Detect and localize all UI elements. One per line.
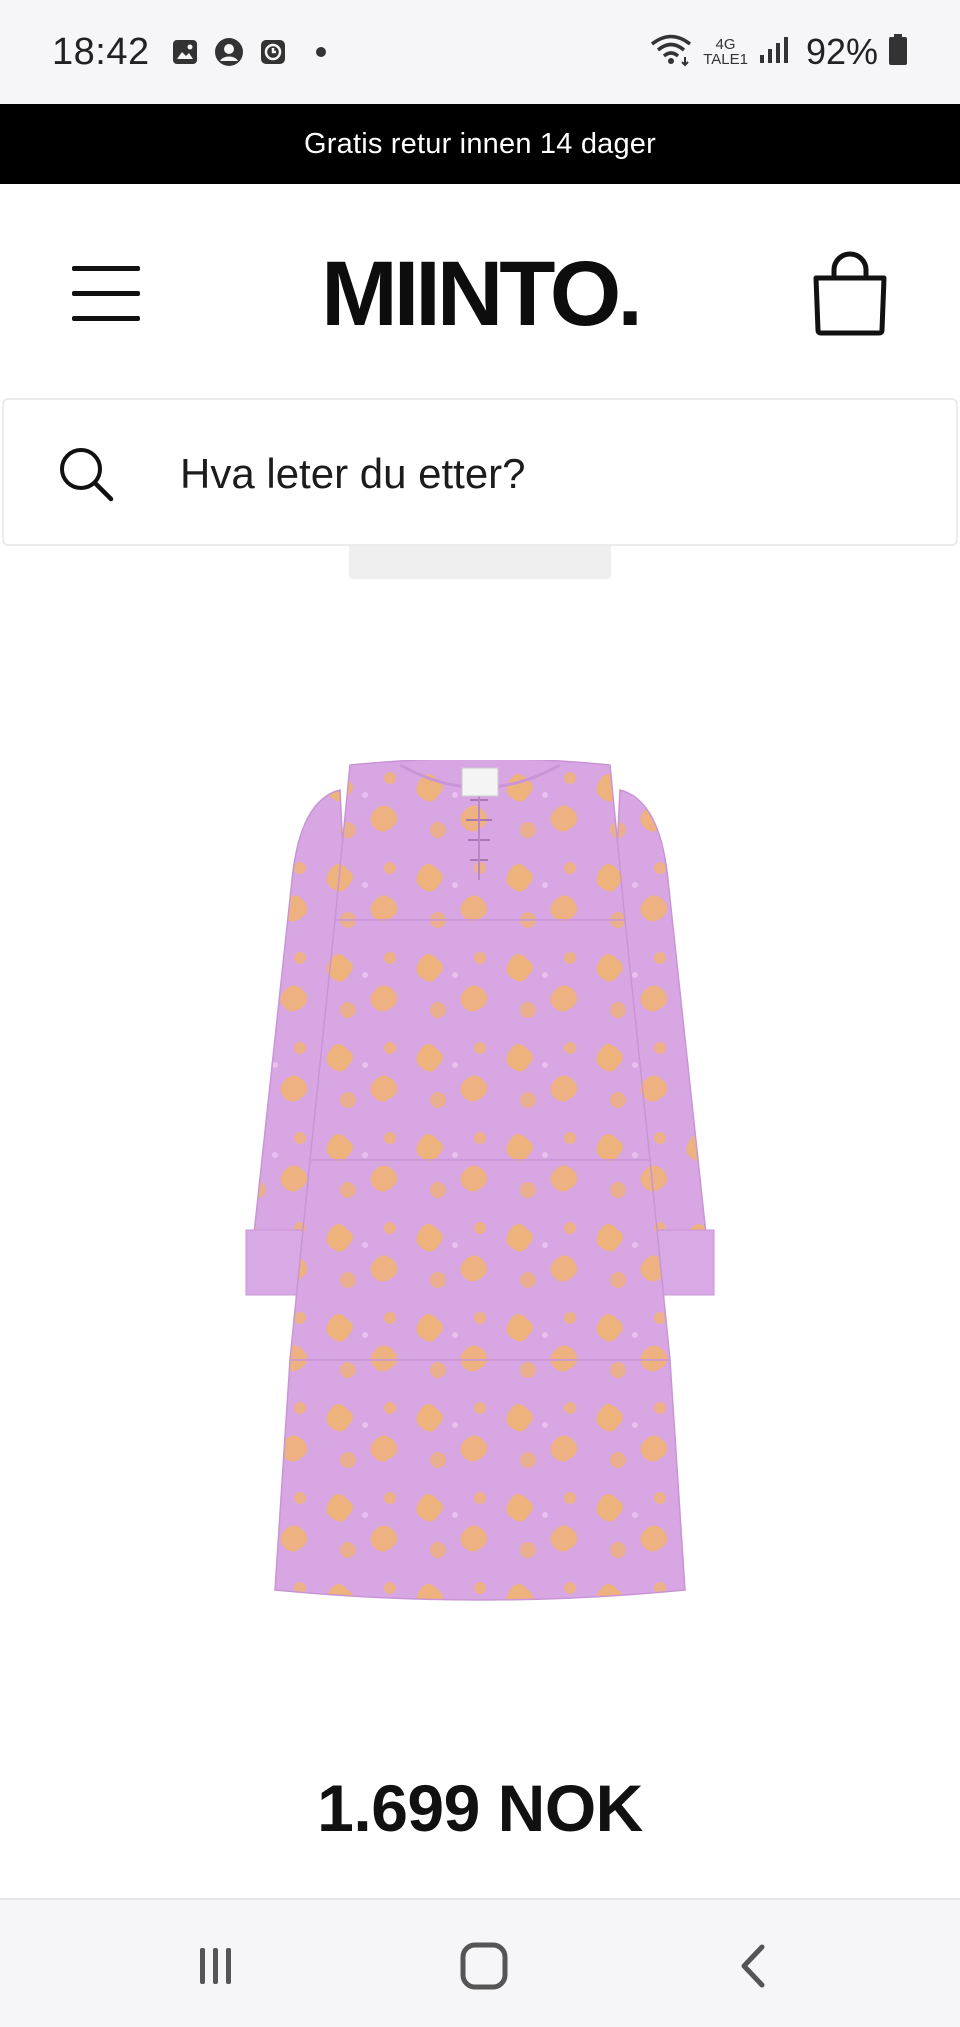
clock-app-icon [258,37,288,67]
site-header: MIINTO. [0,184,960,398]
product-image[interactable] [230,757,730,1610]
system-navigation-bar [0,1898,960,2027]
dot-icon [315,47,326,57]
image-carousel-indicator [349,546,611,579]
status-notification-icons [170,37,326,67]
product-price: 1.699 NOK [317,1771,643,1845]
gallery-icon [170,37,200,67]
battery-percentage: 92% [805,31,878,72]
network-top: 4G [715,36,736,53]
status-time: 18:42 [52,30,150,73]
shopping-bag-icon[interactable] [810,250,890,336]
battery-icon [888,33,908,71]
search-bar[interactable] [2,398,958,546]
search-input[interactable] [180,430,920,518]
status-bar: 18:42 4G TALE1 92% [0,0,960,104]
recent-apps-icon[interactable] [186,1936,246,1996]
network-type-label: 4G TALE1 [703,37,748,67]
home-icon[interactable] [454,1936,514,1996]
signal-icon [758,35,790,70]
promo-banner: Gratis retur innen 14 dager [0,104,960,184]
network-bottom: TALE1 [703,51,748,68]
account-icon [214,37,244,67]
promo-text: Gratis retur innen 14 dager [304,127,656,160]
back-icon[interactable] [724,1936,784,1996]
wifi-icon [649,33,693,72]
status-system-icons: 4G TALE1 92% [649,31,908,73]
search-icon[interactable] [56,444,116,504]
